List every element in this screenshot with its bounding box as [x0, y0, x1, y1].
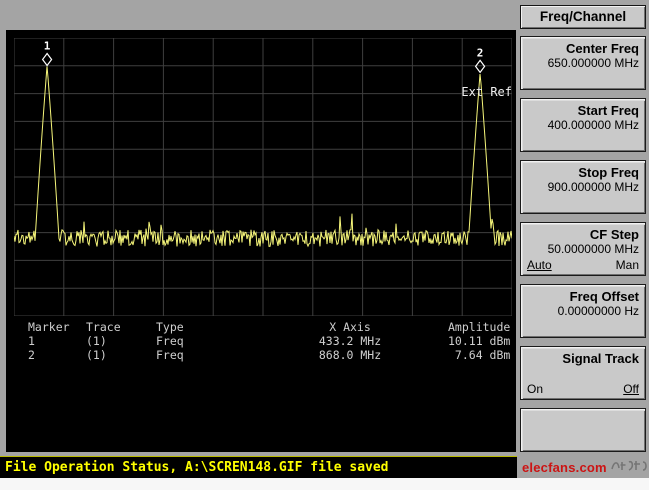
- bottom-border-strip: [0, 478, 649, 490]
- softkey-label: Center Freq: [566, 41, 639, 56]
- spectrum-svg: 12: [14, 38, 512, 316]
- softkey-cf-step[interactable]: CF Step 50.0000000 MHz Auto Man: [520, 222, 646, 276]
- watermark-text: elecfans.com: [522, 460, 607, 475]
- softkey-blank[interactable]: [520, 408, 646, 452]
- spectrum-plot: 12: [14, 38, 512, 316]
- softkey-panel: Freq/Channel Center Freq 650.000000 MHz …: [520, 5, 646, 452]
- softkey-label: CF Step: [590, 227, 639, 242]
- softkey-label: Freq Offset: [570, 289, 639, 304]
- menu-title: Freq/Channel: [520, 5, 646, 29]
- marker-col-header: Marker: [28, 320, 86, 334]
- marker-cell: 433.2 MHz: [252, 334, 448, 348]
- marker-table: Marker Trace Type X Axis Amplitude 1 (1)…: [14, 320, 512, 362]
- marker-cell: 1: [28, 334, 86, 348]
- softkey-label: Stop Freq: [578, 165, 639, 180]
- marker-cell: 7.64 dBm: [448, 348, 512, 362]
- marker-col-header: Type: [156, 320, 252, 334]
- signal-track-on-option[interactable]: On: [527, 382, 543, 396]
- softkey-value: 0.00000000 Hz: [558, 304, 639, 318]
- softkey-label: Start Freq: [578, 103, 639, 118]
- ext-ref-indicator: Ext Ref: [461, 85, 512, 99]
- softkey-center-freq[interactable]: Center Freq 650.000000 MHz: [520, 36, 646, 90]
- cf-step-man-option[interactable]: Man: [616, 258, 639, 272]
- marker-col-header: X Axis: [252, 320, 448, 334]
- softkey-value: 650.000000 MHz: [548, 56, 639, 70]
- marker-cell: Freq: [156, 348, 252, 362]
- status-text: File Operation Status, A:\SCREN148.GIF f…: [5, 460, 389, 475]
- svg-text:1: 1: [44, 40, 51, 53]
- signal-track-off-option[interactable]: Off: [623, 382, 639, 396]
- marker-cell: 10.11 dBm: [448, 334, 512, 348]
- softkey-start-freq[interactable]: Start Freq 400.000000 MHz: [520, 98, 646, 152]
- watermark-area: elecfans.com: [517, 456, 649, 478]
- marker-col-header: Amplitude: [448, 320, 512, 334]
- softkey-value: 400.000000 MHz: [548, 118, 639, 132]
- marker-cell: 868.0 MHz: [252, 348, 448, 362]
- crt-display: 12 Ext Ref Marker Trace Type X Axis Ampl…: [6, 30, 516, 452]
- softkey-label: Signal Track: [562, 351, 639, 366]
- softkey-stop-freq[interactable]: Stop Freq 900.000000 MHz: [520, 160, 646, 214]
- marker-col-header: Trace: [86, 320, 156, 334]
- elecfans-logo-icon: [610, 457, 649, 478]
- status-bar: File Operation Status, A:\SCREN148.GIF f…: [0, 456, 517, 478]
- softkey-freq-offset[interactable]: Freq Offset 0.00000000 Hz: [520, 284, 646, 338]
- marker-cell: (1): [86, 348, 156, 362]
- svg-text:2: 2: [477, 46, 484, 59]
- spectrum-analyzer-screen: 12 Ext Ref Marker Trace Type X Axis Ampl…: [0, 0, 649, 490]
- softkey-signal-track[interactable]: Signal Track On Off: [520, 346, 646, 400]
- softkey-value: 900.000000 MHz: [548, 180, 639, 194]
- softkey-value: 50.0000000 MHz: [548, 242, 639, 256]
- marker-cell: 2: [28, 348, 86, 362]
- marker-cell: Freq: [156, 334, 252, 348]
- marker-cell: (1): [86, 334, 156, 348]
- cf-step-auto-option[interactable]: Auto: [527, 258, 552, 272]
